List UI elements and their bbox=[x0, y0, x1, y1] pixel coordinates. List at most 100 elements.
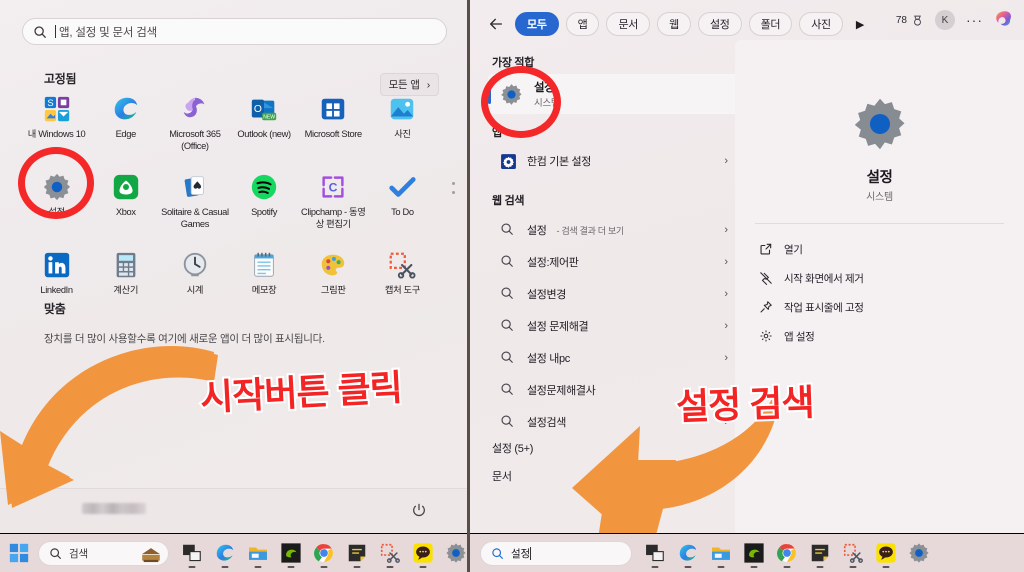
pinned-app-15[interactable]: 메모장 bbox=[229, 250, 298, 316]
rewards-badge[interactable]: 78 bbox=[896, 14, 924, 27]
settings-gear-icon[interactable] bbox=[908, 542, 930, 564]
pinned-app-13[interactable]: 계산기 bbox=[91, 250, 160, 316]
pinned-app-17[interactable]: 캡처 도구 bbox=[368, 250, 437, 316]
edge-icon[interactable] bbox=[214, 542, 236, 564]
filter-chip-6[interactable]: 사진 bbox=[799, 12, 843, 36]
filter-chip-0[interactable]: 모두 bbox=[515, 12, 559, 36]
pinned-app-label: Outlook (new) bbox=[237, 129, 291, 139]
filter-chip-1[interactable]: 앱 bbox=[565, 12, 600, 36]
start-menu-search-input[interactable]: 앱, 설정 및 문서 검색 bbox=[22, 18, 447, 45]
solitaire-icon bbox=[180, 172, 210, 202]
pinned-app-11[interactable]: To Do bbox=[368, 172, 437, 238]
search-icon bbox=[500, 414, 517, 431]
rewards-medal-icon bbox=[914, 15, 921, 26]
web-result-row[interactable]: 설정변경 › bbox=[492, 279, 736, 309]
footer-settings-count[interactable]: 설정 (5+) bbox=[492, 440, 533, 456]
web-result-row[interactable]: 설정 문제해결 › bbox=[492, 311, 736, 341]
pinned-app-1[interactable]: Edge bbox=[91, 94, 160, 160]
kakaotalk-icon[interactable] bbox=[875, 542, 897, 564]
file-explorer-icon[interactable] bbox=[710, 542, 732, 564]
sticky-notes-icon[interactable] bbox=[809, 542, 831, 564]
app-result-label: 한컴 기본 설정 bbox=[527, 156, 592, 168]
copilot-icon[interactable] bbox=[994, 9, 1016, 31]
chevron-right-icon: › bbox=[724, 352, 728, 364]
web-result-row[interactable]: 설정 내pc › bbox=[492, 343, 736, 373]
all-apps-button[interactable]: 모든 앱 › bbox=[379, 73, 439, 96]
avatar[interactable]: K bbox=[935, 10, 955, 30]
recommended-empty-text: 장치를 더 많이 사용할수록 여기에 새로운 앱이 더 많이 표시됩니다. bbox=[44, 333, 325, 345]
all-apps-label: 모든 앱 bbox=[388, 79, 420, 91]
kakaotalk-icon[interactable] bbox=[412, 542, 434, 564]
preview-action-3[interactable]: 앱 설정 bbox=[759, 325, 1009, 347]
pinned-app-2[interactable]: Microsoft 365 (Office) bbox=[160, 94, 229, 160]
pinned-app-5[interactable]: 사진 bbox=[368, 94, 437, 160]
edge-icon[interactable] bbox=[677, 542, 699, 564]
app-result-row[interactable]: 한컴 기본 설정 › bbox=[492, 146, 736, 176]
more-options-button[interactable]: ··· bbox=[966, 12, 983, 28]
weather-widget-icon[interactable] bbox=[140, 545, 162, 563]
taskbar-search-input[interactable]: 검색 bbox=[38, 540, 169, 566]
pinned-app-label: 사진 bbox=[394, 129, 411, 139]
nvidia-icon[interactable] bbox=[743, 542, 765, 564]
snipping-tool-icon bbox=[387, 250, 417, 280]
power-icon[interactable] bbox=[411, 502, 427, 518]
pinned-app-8[interactable]: Solitaire & Casual Games bbox=[160, 172, 229, 238]
pinned-app-7[interactable]: Xbox bbox=[91, 172, 160, 238]
pinned-pagination[interactable] bbox=[452, 182, 455, 200]
pin-taskbar-icon bbox=[759, 300, 773, 314]
snipping-tool-icon[interactable] bbox=[379, 542, 401, 564]
chrome-icon[interactable] bbox=[776, 542, 798, 564]
web-result-label: 설정 내pc bbox=[527, 353, 570, 365]
play-triangle-icon[interactable]: ▶ bbox=[850, 18, 870, 31]
filter-chip-2[interactable]: 문서 bbox=[606, 12, 651, 36]
left-taskbar-icons bbox=[181, 542, 467, 564]
sticky-notes-icon[interactable] bbox=[346, 542, 368, 564]
preview-action-2[interactable]: 작업 표시줄에 고정 bbox=[759, 296, 1009, 318]
windows10-app-icon: S bbox=[42, 94, 72, 124]
right-taskbar: 설정 bbox=[470, 533, 1024, 572]
pinned-app-16[interactable]: 그림판 bbox=[299, 250, 368, 316]
web-result-label: 설정검색 bbox=[527, 417, 567, 429]
avatar-initial: K bbox=[941, 14, 949, 26]
pinned-app-10[interactable]: C Clipchamp - 동영상 편집기 bbox=[299, 172, 368, 238]
web-result-label: 설정:제어판 bbox=[527, 257, 579, 269]
file-explorer-icon[interactable] bbox=[247, 542, 269, 564]
web-result-row[interactable]: 설정 - 검색 결과 더 보기 › bbox=[492, 215, 736, 245]
chevron-right-icon: › bbox=[724, 256, 728, 268]
web-result-label: 설정문제해결사 bbox=[527, 385, 596, 397]
pinned-app-label: Xbox bbox=[115, 207, 136, 217]
filter-chip-5[interactable]: 폴더 bbox=[748, 12, 793, 36]
pinned-app-label: Microsoft Store bbox=[304, 129, 363, 139]
filter-chip-4[interactable]: 설정 bbox=[697, 12, 742, 36]
task-view-icon[interactable] bbox=[181, 542, 203, 564]
taskbar-search-active[interactable]: 설정 bbox=[480, 540, 632, 566]
xbox-icon bbox=[111, 172, 141, 202]
rewards-points: 78 bbox=[895, 14, 907, 26]
snipping-tool-icon[interactable] bbox=[842, 542, 864, 564]
user-name-blurred[interactable] bbox=[82, 503, 146, 514]
linkedin-icon bbox=[42, 250, 72, 280]
web-result-label: 설정 문제해결 bbox=[527, 321, 589, 333]
filter-chip-3[interactable]: 웹 bbox=[657, 12, 691, 36]
svg-text:C: C bbox=[329, 181, 338, 195]
task-view-icon[interactable] bbox=[644, 542, 666, 564]
preview-action-0[interactable]: 열기 bbox=[759, 238, 1009, 260]
nvidia-icon[interactable] bbox=[280, 542, 302, 564]
settings-gear-icon[interactable] bbox=[445, 542, 467, 564]
back-arrow-icon[interactable] bbox=[488, 16, 504, 32]
pinned-app-4[interactable]: Microsoft Store bbox=[299, 94, 368, 160]
preview-subtitle: 시스템 bbox=[866, 192, 893, 203]
pinned-app-9[interactable]: Spotify bbox=[229, 172, 298, 238]
preview-action-label: 앱 설정 bbox=[784, 330, 815, 343]
preview-action-1[interactable]: 시작 화면에서 제거 bbox=[759, 267, 1009, 289]
pinned-app-14[interactable]: 시계 bbox=[160, 250, 229, 316]
chrome-icon[interactable] bbox=[313, 542, 335, 564]
pinned-app-label: LinkedIn bbox=[40, 285, 73, 295]
footer-documents-count[interactable]: 문서 bbox=[492, 468, 512, 484]
web-result-label: 설정변경 bbox=[527, 289, 567, 301]
search-icon bbox=[492, 547, 503, 559]
web-result-row[interactable]: 설정:제어판 › bbox=[492, 247, 736, 277]
pinned-app-3[interactable]: O NEW Outlook (new) bbox=[229, 94, 298, 160]
chevron-right-icon: › bbox=[724, 320, 728, 332]
windows-start-icon[interactable] bbox=[8, 542, 30, 564]
